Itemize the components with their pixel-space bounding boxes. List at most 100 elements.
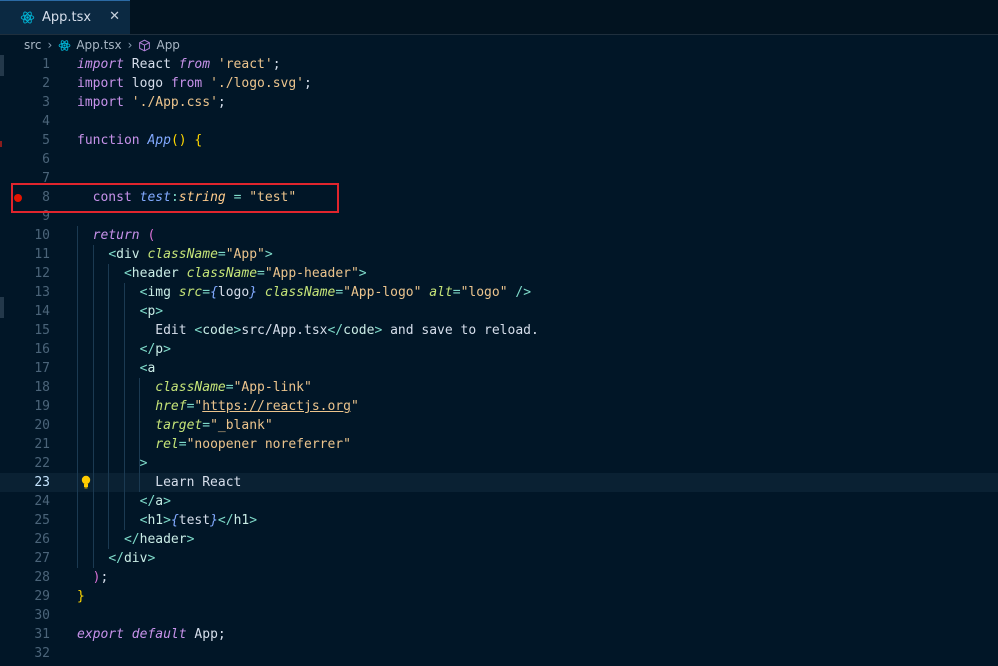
code-token: App; [186, 627, 226, 642]
line-number[interactable]: 18 [10, 378, 50, 397]
line-number[interactable]: 4 [10, 112, 50, 131]
code-token: "_blank" [210, 418, 273, 433]
code-token: code [343, 323, 375, 338]
code-line[interactable]: 1 import React from 'react'; [0, 55, 998, 74]
code-token: </ [327, 323, 344, 338]
line-number[interactable]: 27 [10, 549, 50, 568]
code-line[interactable]: 6 [0, 150, 998, 169]
line-number[interactable]: 31 [10, 625, 50, 644]
code-text: return ( [77, 226, 156, 245]
line-number[interactable]: 21 [10, 435, 50, 454]
code-line[interactable]: 29} [0, 587, 998, 606]
line-number[interactable]: 32 [10, 644, 50, 663]
line-number[interactable]: 11 [10, 245, 50, 264]
code-token: = [202, 418, 211, 433]
code-line[interactable]: 19 href="https://reactjs.org" [0, 397, 998, 416]
line-number[interactable]: 20 [10, 416, 50, 435]
code-token: { [194, 133, 203, 148]
code-token: " [350, 399, 359, 414]
code-line[interactable]: 13 <img src={logo} className="App-logo" … [0, 283, 998, 302]
line-number[interactable]: 28 [10, 568, 50, 587]
line-number[interactable]: 23 [10, 473, 50, 492]
chevron-right-icon: › [127, 38, 133, 52]
code-token: import [77, 76, 124, 91]
line-number[interactable]: 15 [10, 321, 50, 340]
code-line[interactable]: 3 import './App.css'; [0, 93, 998, 112]
code-text: import React from 'react'; [77, 55, 281, 74]
code-line[interactable]: 23 Learn React [0, 473, 998, 492]
code-text: Learn React [77, 473, 241, 492]
code-line[interactable]: 30 [0, 606, 998, 625]
code-line[interactable]: 2 import logo from './logo.svg'; [0, 74, 998, 93]
code-token: > [163, 513, 171, 528]
code-line[interactable]: 24 </a> [0, 492, 998, 511]
code-editor[interactable]: 1 import React from 'react'; 2 import logo … [0, 55, 998, 666]
line-number[interactable]: 22 [10, 454, 50, 473]
code-line[interactable]: 28 ); [0, 568, 998, 587]
line-number[interactable]: 5 [10, 131, 50, 150]
tab-app-tsx[interactable]: App.tsx ✕ [0, 0, 130, 34]
code-token: test [178, 513, 211, 528]
code-line[interactable]: 31 export default App; [0, 625, 998, 644]
code-line[interactable]: 16 </p> [0, 340, 998, 359]
code-text: function App() { [77, 131, 202, 150]
code-line[interactable]: 22 > [0, 454, 998, 473]
code-text: href="https://reactjs.org" [77, 397, 359, 416]
line-number[interactable]: 10 [10, 226, 50, 245]
line-number[interactable]: 12 [10, 264, 50, 283]
code-line[interactable]: 10 return ( [0, 226, 998, 245]
line-number[interactable]: 3 [10, 93, 50, 112]
code-text: > [77, 454, 148, 473]
breadcrumb-item-file[interactable]: App.tsx [76, 38, 121, 52]
code-line[interactable]: 11 <div className="App"> [0, 245, 998, 264]
code-token: /> [515, 285, 532, 300]
lightbulb-icon[interactable] [80, 475, 92, 489]
highlight-box [11, 183, 339, 213]
line-number[interactable]: 6 [10, 150, 50, 169]
code-line[interactable]: 5 function App() { [0, 131, 998, 150]
code-text: target="_blank" [77, 416, 273, 435]
code-line[interactable]: 26 </header> [0, 530, 998, 549]
code-token: Edit [77, 323, 195, 338]
line-number[interactable]: 17 [10, 359, 50, 378]
close-icon[interactable]: ✕ [109, 10, 120, 24]
code-line[interactable]: 12 <header className="App-header"> [0, 264, 998, 283]
breadcrumb-item-src[interactable]: src [24, 38, 42, 52]
code-line[interactable]: 25 <h1>{test}</h1> [0, 511, 998, 530]
line-number[interactable]: 14 [10, 302, 50, 321]
line-number[interactable]: 29 [10, 587, 50, 606]
code-line[interactable]: 17 <a [0, 359, 998, 378]
code-token: () [170, 133, 187, 148]
code-line[interactable]: 27 </div> [0, 549, 998, 568]
line-number[interactable]: 25 [10, 511, 50, 530]
code-token: p [155, 342, 164, 357]
code-line[interactable]: 18 className="App-link" [0, 378, 998, 397]
code-line[interactable]: 14 <p> [0, 302, 998, 321]
code-token: src/App.tsx [241, 323, 328, 338]
line-number[interactable]: 13 [10, 283, 50, 302]
line-number[interactable]: 30 [10, 606, 50, 625]
line-number[interactable]: 19 [10, 397, 50, 416]
code-line[interactable]: 15 Edit <code>src/App.tsx</code> and sav… [0, 321, 998, 340]
code-token: logo [123, 76, 171, 91]
breadcrumb-item-symbol[interactable]: App [156, 38, 179, 52]
line-number[interactable]: 16 [10, 340, 50, 359]
code-text: Edit <code>src/App.tsx</code> and save t… [77, 321, 539, 340]
tab-label: App.tsx [42, 10, 92, 25]
line-number[interactable]: 24 [10, 492, 50, 511]
code-text: export default App; [77, 625, 226, 644]
code-line[interactable]: 21 rel="noopener noreferrer" [0, 435, 998, 454]
line-number[interactable]: 2 [10, 74, 50, 93]
code-token: alt [429, 285, 453, 300]
line-number[interactable]: 1 [10, 55, 50, 74]
code-line[interactable]: 4 [0, 112, 998, 131]
code-token: = [217, 247, 226, 262]
breakpoint-icon[interactable] [14, 194, 22, 202]
code-line[interactable]: 32 [0, 644, 998, 663]
line-number[interactable]: 26 [10, 530, 50, 549]
code-token: } [77, 589, 85, 604]
code-line[interactable]: 20 target="_blank" [0, 416, 998, 435]
code-token: </ [217, 513, 234, 528]
code-token: a [147, 361, 156, 376]
